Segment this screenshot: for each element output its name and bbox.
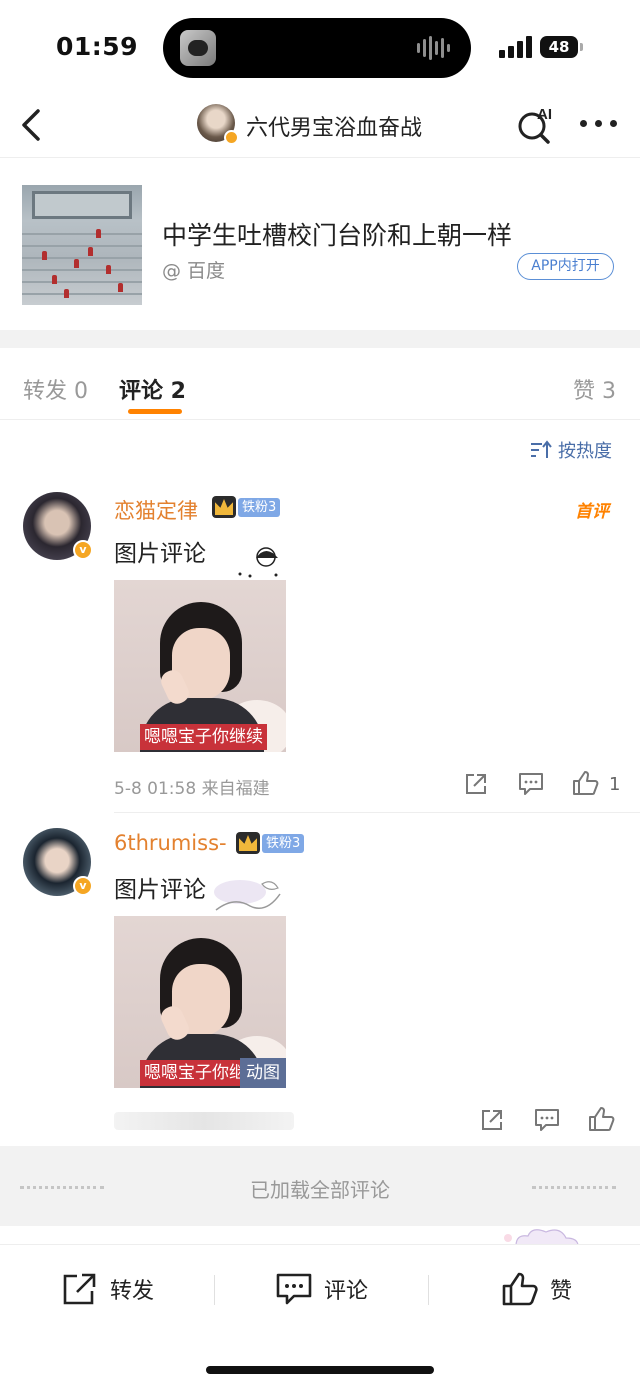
ai-search-icon[interactable]: AI [516,104,556,144]
dynamic-island[interactable] [163,18,471,78]
author-avatar[interactable] [197,104,239,145]
verified-badge-icon: v [73,876,93,896]
all-comments-loaded-text: 已加载全部评论 [250,1178,390,1202]
comment-button[interactable]: 评论 [276,1271,368,1307]
article-source: @ 百度 [162,260,226,282]
tab-comment[interactable]: 评论 2 [119,373,186,405]
comment-text: 图片评论 [114,541,206,567]
sort-by-hot-button[interactable]: 按热度 [530,437,612,463]
more-options-icon[interactable] [580,120,618,128]
comment-image[interactable]: 嗯嗯宝子你继 动图 [114,916,286,1088]
repost-label: 转发 [110,1279,155,1304]
article-thumbnail [22,185,142,305]
interaction-tabs: 转发 0 评论 2 赞 3 [0,348,640,420]
open-in-app-button[interactable]: APP内打开 [517,253,614,280]
section-divider [0,330,640,348]
comment-image[interactable]: 嗯嗯宝子你继续 [114,580,286,752]
first-comment-tag: 首评 [575,502,609,522]
commenter-name[interactable]: 恋猫定律 [114,495,198,525]
now-playing-thumbnail [180,30,216,66]
repost-icon [63,1273,96,1305]
battery-icon: 48 [540,36,583,58]
comment-time-location: 5-8 01:58 来自福建 [114,779,270,799]
ai-label: AI [537,106,552,123]
image-caption: 嗯嗯宝子你继 [140,1060,250,1086]
active-tab-indicator [128,409,182,414]
tab-repost[interactable]: 转发 0 [23,373,88,405]
tab-like[interactable]: 赞 3 [573,373,616,405]
verified-badge-icon: v [73,540,93,560]
crown-icon [212,496,236,518]
fan-badge: 铁粉3 [262,834,305,853]
like-count: 1 [609,774,621,795]
sort-icon [531,440,552,458]
comment-divider [114,812,640,813]
gif-tag: 动图 [240,1058,286,1088]
like-icon[interactable] [572,770,600,796]
image-caption: 嗯嗯宝子你继续 [140,724,267,750]
sticker-decoration-icon [238,547,278,578]
linked-article-card[interactable]: 中学生吐槽校门台阶和上朝一样 @ 百度 APP内打开 [0,160,640,330]
fan-badge: 铁粉3 [238,498,281,517]
separator [214,1275,215,1305]
reply-icon[interactable] [534,1108,560,1132]
thumbs-up-icon [502,1272,538,1306]
verified-badge-icon [224,130,239,145]
article-title: 中学生吐槽校门台阶和上朝一样 [162,221,513,250]
sticker-decoration-icon [214,880,281,911]
home-indicator[interactable] [206,1366,434,1374]
share-icon[interactable] [464,772,488,796]
comment-icon [276,1273,312,1305]
back-arrow-icon[interactable] [18,108,48,142]
commenter-name[interactable]: 6thrumiss- [114,831,227,855]
reply-icon[interactable] [518,772,544,796]
comment-text: 图片评论 [114,877,206,903]
crown-icon [236,832,260,854]
sort-label: 按热度 [558,441,612,462]
separator [428,1275,429,1305]
like-button[interactable]: 赞 [502,1271,572,1307]
comment-label: 评论 [324,1279,369,1304]
like-icon[interactable] [588,1106,616,1132]
bottom-action-bar: 转发 评论 赞 [0,1244,640,1334]
top-nav-bar: 六代男宝浴血奋战 AI [0,92,640,158]
share-icon[interactable] [480,1108,504,1132]
commenter-avatar[interactable]: v [23,492,93,560]
author-name[interactable]: 六代男宝浴血奋战 [246,110,422,142]
cloud-decoration-icon [504,1229,579,1246]
repost-button[interactable]: 转发 [62,1271,154,1307]
commenter-avatar[interactable]: v [23,828,93,896]
status-time: 01:59 [56,32,139,61]
comment-time-location-blurred [114,1112,294,1130]
status-bar: 01:59 48 [0,0,640,92]
like-label: 赞 [550,1279,573,1304]
audio-wave-icon [417,36,453,60]
cellular-signal-icon [499,36,533,58]
